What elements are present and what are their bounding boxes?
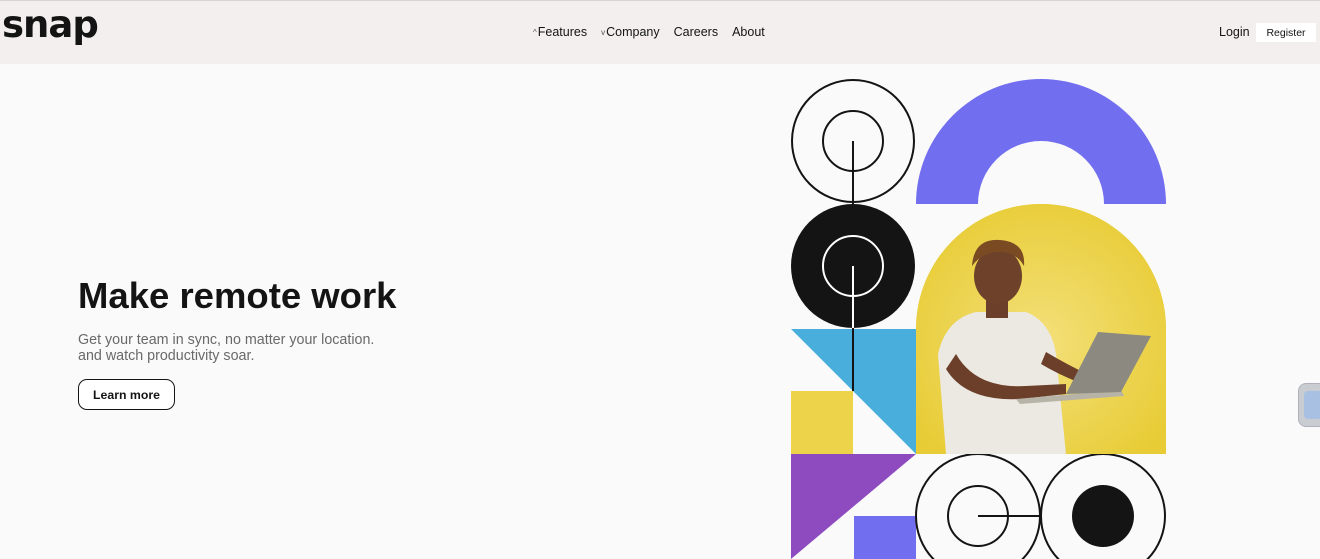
purple-square-shape (854, 516, 916, 559)
main-nav: ^ Features v Company Careers About (533, 25, 765, 39)
side-widget-button[interactable] (1298, 383, 1320, 427)
nav-item-label: Features (537, 25, 588, 39)
hero-subtitle: Get your team in sync, no matter your lo… (78, 332, 375, 364)
nav-item-company[interactable]: v Company (601, 25, 660, 39)
person-with-laptop-photo (916, 204, 1166, 454)
nav-item-careers[interactable]: Careers (674, 25, 718, 39)
purple-arch-shape (916, 79, 1166, 204)
side-widget-icon (1304, 391, 1320, 419)
nav-item-label: About (732, 25, 765, 39)
black-dot-shape (1072, 485, 1134, 547)
hero-title: Make remote work (78, 275, 397, 316)
nav-item-label: Company (606, 25, 660, 39)
nav-item-features[interactable]: ^ Features (533, 25, 587, 39)
nav-item-label: Careers (673, 25, 719, 39)
top-navigation-bar: snap ^ Features v Company Careers About … (0, 1, 1320, 64)
login-link[interactable]: Login (1219, 25, 1250, 39)
chevron-down-icon: v (601, 27, 606, 37)
chevron-up-icon: ^ (533, 27, 537, 37)
register-button[interactable]: Register (1256, 23, 1316, 42)
yellow-square-shape (791, 391, 853, 454)
nav-item-about[interactable]: About (732, 25, 765, 39)
learn-more-button[interactable]: Learn more (78, 379, 175, 410)
snap-logo[interactable]: snap (2, 3, 99, 46)
ring-shape (915, 453, 1041, 559)
